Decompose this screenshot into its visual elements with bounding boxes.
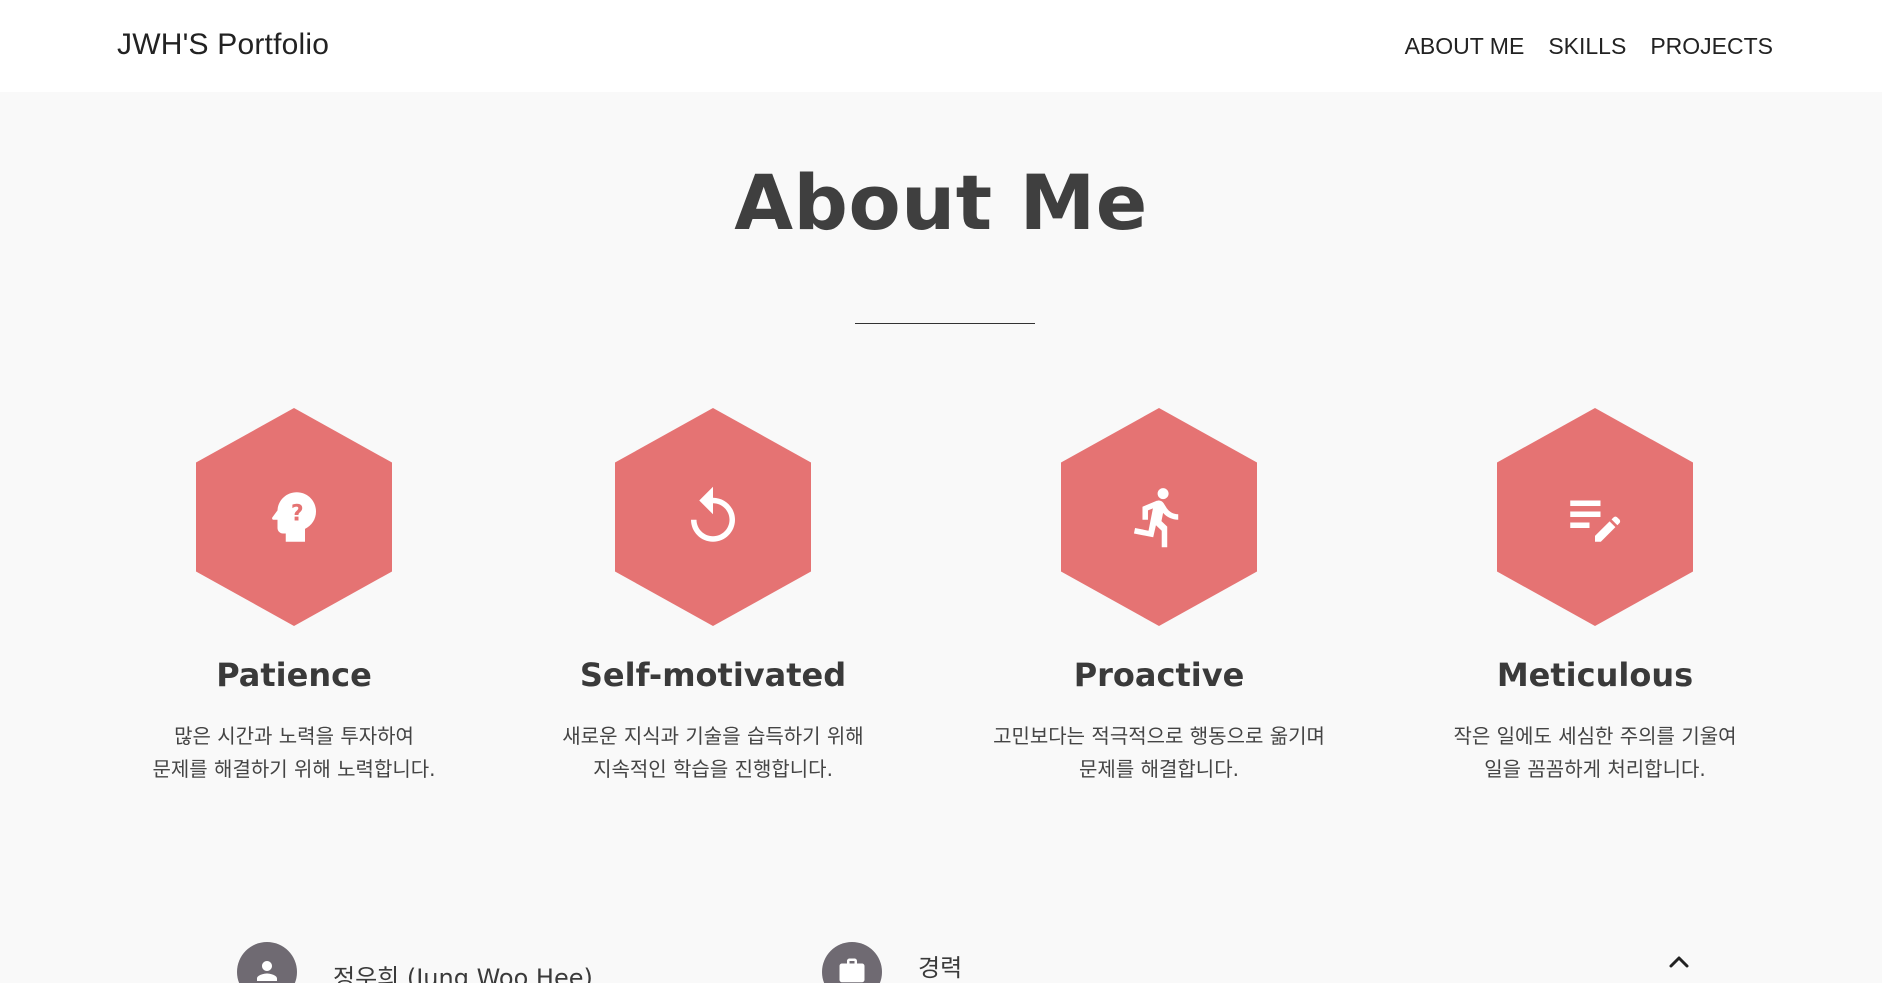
trait-desc-line: 문제를 해결합니다. <box>1079 757 1239 781</box>
top-navbar: JWH'S Portfolio ABOUT ME SKILLS PROJECTS <box>0 0 1882 92</box>
hexagon-badge <box>615 408 811 626</box>
refresh-icon <box>691 486 735 542</box>
title-divider <box>855 323 1035 324</box>
hexagon-badge <box>1497 408 1693 626</box>
section-title: About Me <box>734 158 1148 247</box>
trait-self-motivated: Self-motivated 새로운 지식과 기술을 습득하기 위해 지속적인 … <box>503 408 923 786</box>
career-badge <box>822 942 882 983</box>
chevron-up-icon[interactable] <box>1666 952 1692 972</box>
nav-skills[interactable]: SKILLS <box>1548 33 1626 60</box>
trait-meticulous: Meticulous 작은 일에도 세심한 주의를 기울여 일을 꼼꼼하게 처리… <box>1385 408 1805 786</box>
edit-note-icon <box>1570 500 1621 542</box>
briefcase-icon <box>839 958 865 983</box>
trait-title: Proactive <box>1073 656 1245 694</box>
nav-projects[interactable]: PROJECTS <box>1650 33 1773 60</box>
hexagon-badge: ? <box>196 408 392 626</box>
trait-description: 많은 시간과 노력을 투자하여 문제를 해결하기 위해 노력합니다. <box>84 720 504 786</box>
nav-about-me[interactable]: ABOUT ME <box>1405 33 1525 60</box>
trait-desc-line: 고민보다는 적극적으로 행동으로 옮기며 <box>993 724 1325 748</box>
trait-desc-line: 문제를 해결하기 위해 노력합니다. <box>152 757 436 781</box>
trait-desc-line: 많은 시간과 노력을 투자하여 <box>174 724 414 748</box>
profile-name: 정우희 (Jung Woo Hee) <box>333 964 593 983</box>
brand-logo[interactable]: JWH'S Portfolio <box>117 28 329 62</box>
trait-description: 고민보다는 적극적으로 행동으로 옮기며 문제를 해결합니다. <box>949 720 1369 786</box>
nav-links: ABOUT ME SKILLS PROJECTS <box>1405 33 1773 60</box>
hexagon-badge <box>1061 408 1257 626</box>
svg-text:?: ? <box>291 501 304 526</box>
trait-title: Patience <box>216 656 372 694</box>
running-person-icon <box>1133 488 1179 548</box>
trait-title: Meticulous <box>1496 656 1694 694</box>
trait-description: 작은 일에도 세심한 주의를 기울여 일을 꼼꼼하게 처리합니다. <box>1385 720 1805 786</box>
career-label: 경력 <box>918 954 963 982</box>
trait-patience: ? Patience 많은 시간과 노력을 투자하여 문제를 해결하기 위해 노… <box>84 408 504 786</box>
trait-desc-line: 작은 일에도 세심한 주의를 기울여 <box>1453 724 1737 748</box>
trait-description: 새로운 지식과 기술을 습득하기 위해 지속적인 학습을 진행합니다. <box>503 720 923 786</box>
trait-desc-line: 지속적인 학습을 진행합니다. <box>593 757 833 781</box>
person-icon <box>257 961 277 981</box>
psychology-head-icon: ? <box>272 492 316 542</box>
trait-proactive: Proactive 고민보다는 적극적으로 행동으로 옮기며 문제를 해결합니다… <box>949 408 1369 786</box>
trait-title: Self-motivated <box>579 656 847 694</box>
person-avatar <box>237 942 297 983</box>
trait-desc-line: 새로운 지식과 기술을 습득하기 위해 <box>562 724 864 748</box>
trait-desc-line: 일을 꼼꼼하게 처리합니다. <box>1484 757 1706 781</box>
